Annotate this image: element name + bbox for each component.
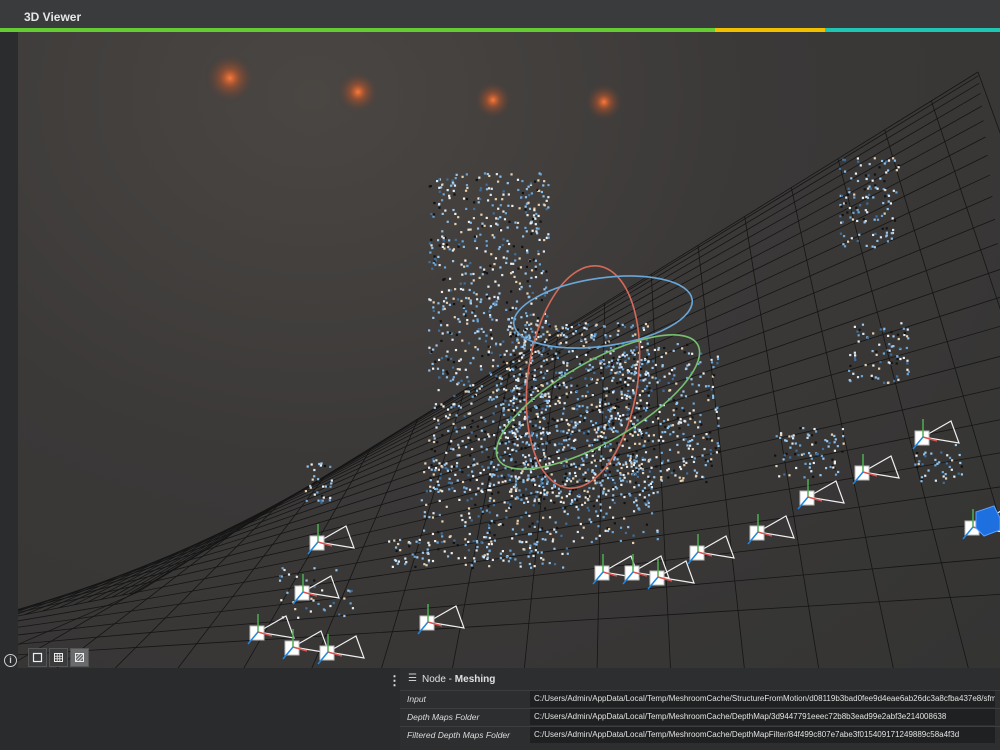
attribute-row-filtered-depth-maps: Filtered Depth Maps Folder C:/Users/Admi… <box>400 726 1000 744</box>
camera-frustum <box>747 514 795 545</box>
attribute-name: Input <box>407 694 426 704</box>
node-title: Node - Meshing <box>422 674 495 685</box>
solid-view-icon <box>32 652 43 663</box>
node-title-prefix: Node - <box>422 674 455 685</box>
selected-camera-cube[interactable] <box>975 505 1000 537</box>
attribute-value-field[interactable]: C:/Users/Admin/AppData/Local/Temp/Meshro… <box>530 727 995 743</box>
camera-frustum <box>647 559 695 590</box>
viewer-header: 3D Viewer <box>0 0 1000 32</box>
sliders-icon: ☰ <box>408 673 417 684</box>
node-header: ☰ Node - Meshing <box>400 668 1000 690</box>
attribute-row-input: Input C:/Users/Admin/AppData/Local/Temp/… <box>400 690 1000 708</box>
camera-frustum <box>687 534 735 565</box>
3d-viewport[interactable] <box>18 32 1000 668</box>
solid-view-button[interactable] <box>28 648 47 667</box>
attribute-row-depth-maps: Depth Maps Folder C:/Users/Admin/AppData… <box>400 708 1000 726</box>
node-attributes-panel: ☰ Node - Meshing Input C:/Users/Admin/Ap… <box>400 668 1000 750</box>
camera-frustum <box>912 419 960 450</box>
meshroom-window: 3D Viewer i ⋮ ☰ Node - Meshing Input C:/… <box>0 0 1000 750</box>
info-icon[interactable]: i <box>4 654 17 667</box>
viewer-title: 3D Viewer <box>24 10 82 24</box>
textured-view-icon <box>75 653 84 662</box>
wireframe-view-button[interactable] <box>49 648 68 667</box>
wireframe-view-icon <box>54 653 63 662</box>
camera-frustum <box>317 634 365 665</box>
camera-frustum <box>292 574 340 605</box>
textured-view-button[interactable] <box>70 648 89 667</box>
node-name: Meshing <box>454 674 496 685</box>
point-cloud <box>278 157 963 619</box>
graph-editor-panel <box>0 668 400 750</box>
attribute-name: Filtered Depth Maps Folder <box>407 730 510 740</box>
attribute-value-field[interactable]: C:/Users/Admin/AppData/Local/Temp/Meshro… <box>530 709 995 725</box>
camera-frustum <box>852 454 900 485</box>
attribute-value-field[interactable]: C:/Users/Admin/AppData/Local/Temp/Meshro… <box>530 691 995 707</box>
camera-frustum <box>307 524 355 555</box>
scene-canvas[interactable] <box>18 32 1000 668</box>
view-mode-toolbar <box>28 648 89 667</box>
attribute-name: Depth Maps Folder <box>407 712 480 722</box>
ceiling-lights <box>204 52 624 122</box>
viewer-left-strip <box>0 32 18 668</box>
